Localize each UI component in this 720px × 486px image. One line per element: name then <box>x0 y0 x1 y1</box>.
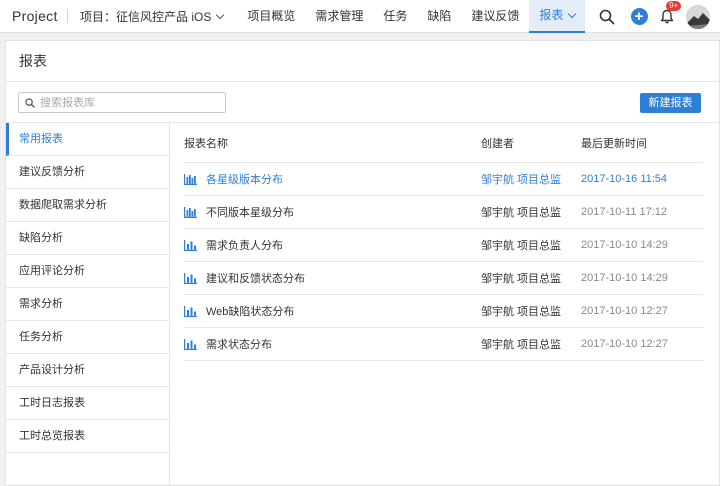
search-box[interactable] <box>18 92 226 113</box>
column-header-updated: 最后更新时间 <box>581 137 647 150</box>
notification-badge: 9+ <box>666 0 682 11</box>
page-title: 报表 <box>6 41 719 82</box>
report-creator: 邹宇航 项目总监 <box>481 207 562 219</box>
chevron-down-icon <box>568 9 577 18</box>
bar-chart-icon <box>184 338 197 350</box>
bar-chart-icon <box>184 305 197 317</box>
nav-item-requirements[interactable]: 需求管理 <box>305 0 373 33</box>
report-creator: 邹宇航 项目总监 <box>481 174 562 186</box>
sidebar-item-defect-analysis[interactable]: 缺陷分析 <box>6 222 169 255</box>
report-creator: 邹宇航 项目总监 <box>481 240 562 252</box>
table-header: 报表名称 创建者 最后更新时间 <box>184 123 703 163</box>
sidebar-item-crawl-requirement-analysis[interactable]: 数据爬取需求分析 <box>6 189 169 222</box>
search-icon <box>25 97 35 108</box>
sidebar-item-design-analysis[interactable]: 产品设计分析 <box>6 354 169 387</box>
nav-item-feedback[interactable]: 建议反馈 <box>461 0 529 33</box>
project-switcher[interactable]: 项目：征信风控产品 iOS <box>80 8 225 25</box>
add-icon[interactable]: + <box>630 8 648 26</box>
grouped-bar-chart-icon <box>184 173 197 185</box>
sidebar-item-app-review-analysis[interactable]: 应用评论分析 <box>6 255 169 288</box>
report-category-sidebar: 常用报表 建议反馈分析 数据爬取需求分析 缺陷分析 应用评论分析 需求分析 任务… <box>6 123 170 485</box>
table-row[interactable]: 需求状态分布 邹宇航 项目总监 2017-10-10 12:27 <box>184 328 703 361</box>
report-creator: 邹宇航 项目总监 <box>481 339 562 351</box>
reports-toolbar: 新建报表 <box>6 82 719 123</box>
report-updated-time: 2017-10-10 12:27 <box>581 305 668 317</box>
top-right-actions: + 9+ <box>598 0 720 33</box>
new-report-button[interactable]: 新建报表 <box>640 93 701 113</box>
reports-panel: 报表 新建报表 常用报表 建议反馈分析 数据爬取需求分析 缺陷分析 应用评论分析… <box>5 40 720 486</box>
nav-item-tasks[interactable]: 任务 <box>373 0 417 33</box>
column-header-creator: 创建者 <box>481 137 514 150</box>
nav-item-reports[interactable]: 报表 <box>529 0 586 33</box>
report-name: 需求状态分布 <box>206 339 272 351</box>
avatar[interactable] <box>686 4 710 29</box>
table-row[interactable]: 建议和反馈状态分布 邹宇航 项目总监 2017-10-10 14:29 <box>184 262 703 295</box>
top-navigation-bar: Project 项目：征信风控产品 iOS 项目概览 需求管理 任务 缺陷 建议… <box>0 0 720 33</box>
report-updated-time: 2017-10-16 11:54 <box>581 173 668 185</box>
search-icon[interactable] <box>598 8 616 26</box>
project-label: 项目：征信风控产品 iOS <box>80 9 212 24</box>
nav-divider <box>67 9 68 23</box>
table-row[interactable]: Web缺陷状态分布 邹宇航 项目总监 2017-10-10 12:27 <box>184 295 703 328</box>
report-creator: 邹宇航 项目总监 <box>481 306 562 318</box>
sidebar-item-worktime-overview[interactable]: 工时总览报表 <box>6 420 169 453</box>
reports-body: 常用报表 建议反馈分析 数据爬取需求分析 缺陷分析 应用评论分析 需求分析 任务… <box>6 123 719 485</box>
sidebar-item-worklog-report[interactable]: 工时日志报表 <box>6 387 169 420</box>
app-brand[interactable]: Project <box>0 8 67 24</box>
sidebar-item-feedback-analysis[interactable]: 建议反馈分析 <box>6 156 169 189</box>
report-updated-time: 2017-10-10 14:29 <box>581 272 668 284</box>
nav-item-overview[interactable]: 项目概览 <box>237 0 305 33</box>
column-header-name: 报表名称 <box>184 137 228 150</box>
sidebar-item-task-analysis[interactable]: 任务分析 <box>6 321 169 354</box>
report-name: Web缺陷状态分布 <box>206 306 295 318</box>
report-creator: 邹宇航 项目总监 <box>481 273 562 285</box>
nav-item-defects[interactable]: 缺陷 <box>417 0 461 33</box>
bell-icon[interactable]: 9+ <box>658 0 682 26</box>
table-row[interactable]: 不同版本星级分布 邹宇航 项目总监 2017-10-11 17:12 <box>184 196 703 229</box>
grouped-bar-chart-icon <box>184 206 197 218</box>
reports-table: 报表名称 创建者 最后更新时间 各星级版本分布 邹宇航 项目总监 2017-10… <box>184 123 703 361</box>
sidebar-item-requirement-analysis[interactable]: 需求分析 <box>6 288 169 321</box>
nav-item-reports-label: 报表 <box>539 7 564 22</box>
table-row[interactable]: 需求负责人分布 邹宇航 项目总监 2017-10-10 14:29 <box>184 229 703 262</box>
report-updated-time: 2017-10-10 12:27 <box>581 338 668 350</box>
report-name: 建议和反馈状态分布 <box>206 273 305 285</box>
report-name: 各星级版本分布 <box>206 174 283 186</box>
report-name: 需求负责人分布 <box>206 240 283 252</box>
bar-chart-icon <box>184 272 197 284</box>
table-row[interactable]: 各星级版本分布 邹宇航 项目总监 2017-10-16 11:54 <box>184 163 703 196</box>
report-name: 不同版本星级分布 <box>206 207 294 219</box>
sidebar-item-common-reports[interactable]: 常用报表 <box>6 123 169 156</box>
report-updated-time: 2017-10-11 17:12 <box>581 206 668 218</box>
bar-chart-icon <box>184 239 197 251</box>
report-updated-time: 2017-10-10 14:29 <box>581 239 668 251</box>
search-input[interactable] <box>40 96 210 109</box>
chevron-down-icon <box>216 10 225 19</box>
